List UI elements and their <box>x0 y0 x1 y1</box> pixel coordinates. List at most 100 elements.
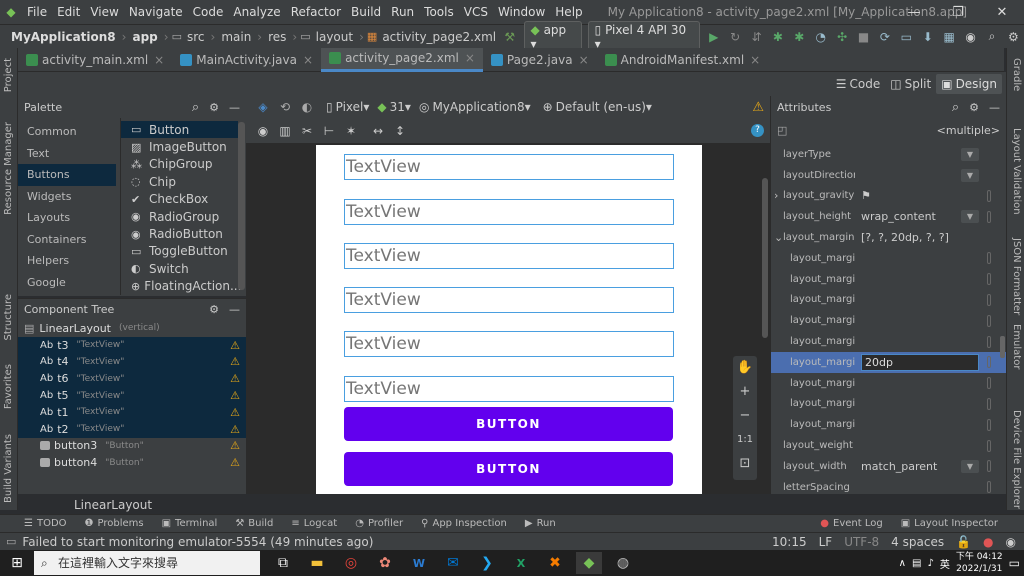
close-tab-icon[interactable]: × <box>303 53 313 67</box>
tree-node[interactable]: Ab t2 "TextView" ⚠ <box>18 420 246 438</box>
menu-view[interactable]: View <box>85 5 123 19</box>
tab-activity_main-xml[interactable]: activity_main.xml × <box>18 48 172 72</box>
structure-tool-tab[interactable]: Structure <box>3 294 14 341</box>
vscode-icon[interactable]: ❯ <box>474 552 500 574</box>
attribute-value[interactable]: wrap_content <box>855 210 936 223</box>
resource-picker-icon[interactable] <box>987 460 991 473</box>
resource-picker-icon[interactable] <box>987 210 991 223</box>
inspector-icon[interactable]: ◉ <box>1006 535 1016 549</box>
button4[interactable]: BUTTON <box>344 452 673 486</box>
night-mode-icon[interactable]: ◐ <box>297 100 317 114</box>
avd-manager-icon[interactable]: ▭ <box>897 30 916 44</box>
attribute-row[interactable]: layout_margin... <box>771 394 1006 415</box>
build-variants-tool-tab[interactable]: Build Variants <box>3 434 14 503</box>
rerun-icon[interactable]: ↻ <box>725 30 744 44</box>
close-tab-icon[interactable]: × <box>154 53 164 67</box>
warning-icon[interactable]: ⚠ <box>230 406 240 419</box>
breadcrumb-item[interactable]: app <box>129 30 160 44</box>
task-view-icon[interactable]: ⧉ <box>270 552 296 574</box>
resource-picker-icon[interactable] <box>987 377 991 390</box>
tray-overflow-icon[interactable]: ∧ <box>899 558 906 569</box>
gear-icon[interactable]: ⚙ <box>969 101 979 114</box>
device-preview[interactable]: TextView TextView TextView TextView Text… <box>316 145 702 494</box>
attribute-value[interactable]: 20dp <box>861 353 979 371</box>
breadcrumb-item[interactable]: res <box>265 30 289 44</box>
caret-position[interactable]: 10:15 <box>772 535 807 549</box>
minimize-icon[interactable]: — <box>229 101 240 114</box>
attribute-row[interactable]: layout_margin... 20dp <box>771 351 1006 373</box>
tab-androidmanifest-xml[interactable]: AndroidManifest.xml × <box>597 48 769 72</box>
vertical-arrange-icon[interactable]: ↕ <box>390 124 410 138</box>
theme-select[interactable]: ◎ MyApplication8 ▾ <box>419 100 531 114</box>
default-margins-icon[interactable]: ⊢ <box>319 124 339 138</box>
palette-item[interactable]: ◉ RadioGroup <box>121 208 238 225</box>
emulator-tool-tab[interactable]: Emulator <box>1011 324 1022 369</box>
zoom-to-fit-button[interactable]: ⊡ <box>733 452 757 476</box>
attributes-scrollbar[interactable] <box>1000 336 1005 358</box>
menu-run[interactable]: Run <box>386 5 419 19</box>
bottom-tab-problems[interactable]: ❶ Problems <box>85 518 144 529</box>
palette-item[interactable]: ◉ RadioButton <box>121 225 238 242</box>
split-view-button[interactable]: ◫ Split <box>885 77 936 91</box>
expand-arrow-icon[interactable]: › <box>774 189 778 202</box>
textview-t3[interactable]: TextView <box>344 154 674 180</box>
breadcrumb-item[interactable]: main <box>218 30 254 44</box>
bottom-tab-layout-inspector[interactable]: ▣ Layout Inspector <box>901 518 998 529</box>
attribute-value[interactable]: match_parent <box>855 460 937 473</box>
attribute-row[interactable]: layerType ▼ <box>771 144 1006 165</box>
xampp-icon[interactable]: ✖ <box>542 552 568 574</box>
file-explorer-icon[interactable]: ▬ <box>304 552 330 574</box>
tree-node[interactable]: Ab t1 "TextView" ⚠ <box>18 403 246 421</box>
eye-icon[interactable]: ◉ <box>253 124 273 138</box>
lock-icon[interactable]: 🔓 <box>956 535 971 549</box>
project-tool-tab[interactable]: Project <box>3 58 14 92</box>
tree-node[interactable]: Ab t3 "TextView" ⚠ <box>18 336 246 354</box>
gear-icon[interactable]: ⚙ <box>209 303 219 316</box>
minimize-button[interactable]: — <box>892 5 936 20</box>
attribute-value[interactable]: [?, ?, 20dp, ?, ?] <box>855 231 949 244</box>
device-file-explorer-tool-tab[interactable]: Device File Explorer <box>1011 410 1022 509</box>
resource-picker-icon[interactable] <box>987 439 991 452</box>
gradle-tool-tab[interactable]: Gradle <box>1011 58 1022 91</box>
menu-vcs[interactable]: VCS <box>459 5 493 19</box>
close-tab-icon[interactable]: × <box>465 51 475 65</box>
warning-icon[interactable]: ⚠ <box>230 456 240 469</box>
run-icon[interactable]: ▶ <box>704 30 723 44</box>
bottom-tab-run[interactable]: ▶ Run <box>525 518 556 529</box>
status-message[interactable]: Failed to start monitoring emulator-5554… <box>22 535 373 549</box>
gear-icon[interactable]: ⚙ <box>209 101 219 114</box>
resource-picker-icon[interactable] <box>987 293 991 306</box>
debug-icon[interactable]: ✱ <box>768 30 787 44</box>
indent-setting[interactable]: 4 spaces <box>891 535 944 549</box>
account-icon[interactable]: ◉ <box>961 30 980 44</box>
warning-icon[interactable]: ⚠ <box>230 339 240 352</box>
resource-manager-tool-tab[interactable]: Resource Manager <box>3 122 14 215</box>
bottom-tab-todo[interactable]: ☰ TODO <box>24 518 67 529</box>
api-level-select[interactable]: ◆ 31 ▾ <box>377 100 411 114</box>
help-icon[interactable]: ? <box>751 124 764 137</box>
dropdown-arrow-icon[interactable]: ▼ <box>961 147 979 161</box>
dropdown-arrow-icon[interactable]: ▼ <box>961 210 979 224</box>
resource-picker-icon[interactable] <box>987 252 991 265</box>
breadcrumb-item[interactable]: src <box>184 30 208 44</box>
zoom-actual-size-button[interactable]: 1:1 <box>733 428 757 452</box>
maximize-button[interactable]: ❐ <box>936 5 980 20</box>
tree-node[interactable]: Ab t5 "TextView" ⚠ <box>18 387 246 404</box>
minimize-icon[interactable]: — <box>229 303 240 316</box>
palette-item[interactable]: ⁂ ChipGroup <box>121 156 238 173</box>
bottom-tab-logcat[interactable]: ≡ Logcat <box>291 518 337 529</box>
stop-icon[interactable]: ■ <box>854 30 873 44</box>
warning-icon[interactable]: ⚠ <box>230 389 240 402</box>
palette-category-buttons[interactable]: Buttons <box>18 164 116 186</box>
tree-node[interactable]: Ab t4 "TextView" ⚠ <box>18 353 246 371</box>
profile-icon[interactable]: ◔ <box>811 30 830 44</box>
menu-navigate[interactable]: Navigate <box>124 5 188 19</box>
dropdown-arrow-icon[interactable]: ▼ <box>961 168 979 182</box>
design-device-select[interactable]: ▯ Pixel ▾ <box>326 100 369 114</box>
palette-category-containers[interactable]: Containers <box>18 229 116 251</box>
blueprint-icon[interactable]: ▥ <box>275 124 295 138</box>
autoconnect-off-icon[interactable]: ✂ <box>297 124 317 138</box>
gradle-sync-icon[interactable]: ⟳ <box>875 30 894 44</box>
palette-item[interactable]: ▨ ImageButton <box>121 138 238 155</box>
apply-changes-icon[interactable]: ⇵ <box>747 30 766 44</box>
